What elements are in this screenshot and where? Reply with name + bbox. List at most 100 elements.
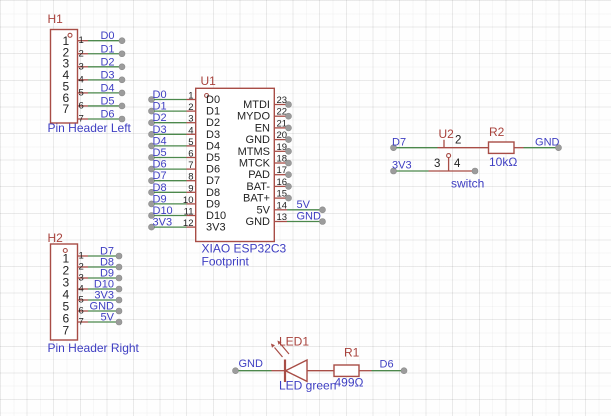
pin-name: D6 bbox=[206, 164, 220, 176]
wire-end-dot bbox=[118, 89, 126, 97]
pin-number: 6 bbox=[79, 306, 84, 317]
ref-label-h1[interactable]: H1 bbox=[48, 12, 64, 26]
schematic-canvas[interactable]: H11 1 D02 2 D13 3 D24 4 D35 5 D466 D577 D6Pin Header… bbox=[0, 0, 611, 416]
net-label-3V3[interactable]: 3V3 bbox=[392, 160, 412, 172]
wire-end-dot bbox=[115, 252, 123, 260]
net-label-D6[interactable]: D6 bbox=[153, 159, 167, 171]
pin-name: D9 bbox=[206, 198, 220, 210]
pin-name: EN bbox=[255, 122, 270, 134]
net-label-D9[interactable]: D9 bbox=[153, 193, 167, 205]
led-light-arrow bbox=[274, 347, 283, 358]
net-label-D3[interactable]: D3 bbox=[100, 69, 114, 81]
net-label-D10[interactable]: D10 bbox=[153, 205, 173, 217]
pin-name: D4 bbox=[206, 140, 220, 152]
component-u1[interactable]: U1D0 1 D0D1 2 D1D2 3 D2D3 4 D3D4 5 D4D5 6 D5D6 7 D6D7 8… bbox=[148, 74, 326, 269]
net-label-GND[interactable]: GND bbox=[297, 211, 322, 223]
wire-end-dot bbox=[400, 367, 408, 375]
pin-name: D7 bbox=[206, 175, 220, 187]
pin-number: 2 bbox=[79, 48, 84, 59]
wire-end-dot bbox=[115, 263, 123, 271]
wire-end-dot bbox=[115, 318, 123, 326]
net-label-D0[interactable]: D0 bbox=[153, 89, 167, 101]
pin-number: 5 bbox=[79, 87, 84, 98]
component-h2[interactable]: H21 1 D72 2 D83 3 D94 4 D105 5 3V366 GND77 5VPin Hea… bbox=[48, 231, 140, 355]
pin-name: D8 bbox=[206, 187, 220, 199]
pin-number: 4 bbox=[188, 125, 193, 136]
component-led1[interactable]: GND LED1 LED green bbox=[232, 334, 337, 393]
value-label-u2[interactable]: switch bbox=[451, 177, 484, 191]
pin-number: 4 bbox=[79, 74, 84, 85]
pad-number: 4 bbox=[454, 158, 461, 170]
pin-number: 8 bbox=[188, 172, 193, 183]
wire-end-dot bbox=[118, 37, 126, 45]
pin-name: D3 bbox=[206, 129, 220, 141]
value-label-h1[interactable]: Pin Header Left bbox=[48, 121, 132, 135]
net-label-D6[interactable]: D6 bbox=[380, 358, 394, 370]
net-label-D8[interactable]: D8 bbox=[153, 182, 167, 194]
net-label-D3[interactable]: D3 bbox=[153, 124, 167, 136]
net-label-D0[interactable]: D0 bbox=[100, 30, 114, 42]
pin-number: 3 bbox=[79, 273, 84, 284]
pin-number: 1 bbox=[79, 35, 84, 46]
net-label-GND[interactable]: GND bbox=[239, 358, 264, 370]
pad-number: 3 bbox=[434, 158, 440, 170]
value-label-u1-line1[interactable]: XIAO ESP32C3 bbox=[202, 242, 287, 256]
pin-number: 3 bbox=[188, 114, 193, 125]
value-label-led1[interactable]: LED green bbox=[279, 379, 336, 393]
net-label-D2[interactable]: D2 bbox=[153, 112, 167, 124]
net-label-D7[interactable]: D7 bbox=[153, 170, 167, 182]
pin-name: MYDO bbox=[237, 111, 270, 123]
value-label-h2[interactable]: Pin Header Right bbox=[48, 341, 140, 355]
schematic-sheet[interactable]: H1 1 1 D0 2 2 D1 3 3 D2 4 4 D3 5 5 D4 6 6 D5 7 7 D6 Pin Header… bbox=[0, 0, 611, 416]
component-r1[interactable]: R1 499Ω D6 bbox=[333, 346, 408, 390]
net-label-D1[interactable]: D1 bbox=[153, 101, 167, 113]
wire-end-dot bbox=[115, 296, 123, 304]
net-label-5V[interactable]: 5V bbox=[101, 312, 115, 324]
wire-end-dot bbox=[118, 102, 126, 110]
ref-label-r2[interactable]: R2 bbox=[489, 125, 505, 139]
net-label-5V[interactable]: 5V bbox=[297, 199, 311, 211]
component-u2[interactable]: D7 U2 2 3V3 3 4 switch bbox=[390, 127, 489, 191]
value-label-r2[interactable]: 10kΩ bbox=[489, 155, 517, 169]
pin-name: D5 bbox=[206, 152, 220, 164]
wire-end-dot bbox=[115, 285, 123, 293]
net-label-D4[interactable]: D4 bbox=[100, 82, 114, 94]
net-label-3V3[interactable]: 3V3 bbox=[153, 217, 173, 229]
symbol-body-r2[interactable] bbox=[487, 141, 515, 155]
ref-label-u1[interactable]: U1 bbox=[201, 74, 217, 88]
pin-name: BAT+ bbox=[243, 193, 270, 205]
pin-name: 3V3 bbox=[206, 222, 226, 234]
ref-label-u2[interactable]: U2 bbox=[439, 127, 455, 141]
component-h1[interactable]: H11 1 D02 2 D13 3 D24 4 D35 5 D466 D577 D6Pin Header… bbox=[48, 12, 132, 135]
pin-number: 1 bbox=[188, 91, 193, 102]
pin-name: D2 bbox=[206, 117, 220, 129]
net-label-D2[interactable]: D2 bbox=[100, 56, 114, 68]
value-label-u1-line2[interactable]: Footprint bbox=[202, 255, 250, 269]
origin-marker bbox=[446, 153, 452, 159]
pin-name: 5V bbox=[257, 204, 271, 216]
pin-number: 2 bbox=[79, 262, 84, 273]
net-label-D5[interactable]: D5 bbox=[153, 147, 167, 159]
pin-number: 7 bbox=[188, 160, 193, 171]
pin-name: GND bbox=[246, 134, 271, 146]
ref-label-h2[interactable]: H2 bbox=[48, 231, 64, 245]
net-label-GND[interactable]: GND bbox=[535, 136, 560, 148]
ref-label-led1[interactable]: LED1 bbox=[279, 334, 309, 348]
net-label-D4[interactable]: D4 bbox=[153, 135, 167, 147]
pin-name: PAD bbox=[248, 169, 270, 181]
pad-number: 2 bbox=[455, 135, 461, 147]
net-label-D1[interactable]: D1 bbox=[100, 43, 114, 55]
component-r2[interactable]: R2 10kΩ GND bbox=[487, 125, 562, 169]
value-label-r1[interactable]: 499Ω bbox=[335, 375, 364, 389]
pin-number: 7 bbox=[79, 317, 84, 328]
net-label-D5[interactable]: D5 bbox=[100, 95, 114, 107]
pin-number: 5 bbox=[188, 137, 193, 148]
led-arrow-head bbox=[270, 343, 275, 348]
pin-name: D10 bbox=[206, 210, 226, 222]
wire-end-dot bbox=[471, 167, 479, 175]
net-label-D6[interactable]: D6 bbox=[100, 109, 114, 121]
ref-label-r1[interactable]: R1 bbox=[344, 346, 360, 360]
pin-number: 6 bbox=[188, 149, 193, 160]
pin-name: D0 bbox=[206, 94, 220, 106]
net-label-D7[interactable]: D7 bbox=[392, 136, 406, 148]
